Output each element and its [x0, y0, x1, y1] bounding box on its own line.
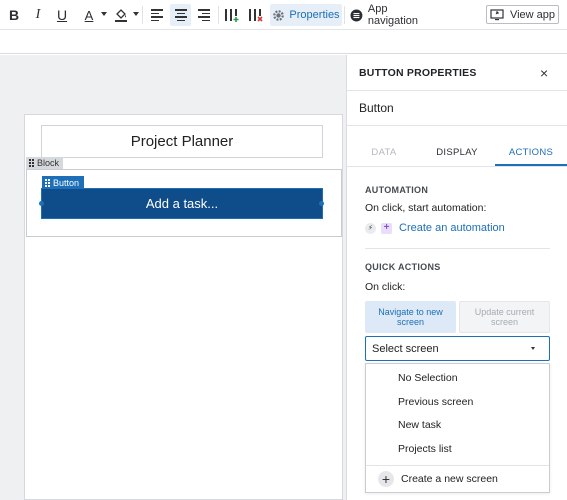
- screen-preview[interactable]: Project Planner Block Button Add a task.…: [24, 114, 343, 500]
- add-columns-icon: [225, 9, 239, 22]
- align-center-icon: [174, 9, 187, 21]
- design-canvas[interactable]: Project Planner Block Button Add a task.…: [0, 55, 346, 500]
- component-name-input[interactable]: Button: [359, 101, 394, 115]
- add-column-button[interactable]: [222, 4, 242, 26]
- toolbar: B I U A Properties App navigation View a…: [0, 0, 567, 30]
- italic-button[interactable]: I: [28, 4, 48, 26]
- align-right-button[interactable]: [194, 4, 214, 26]
- divider: [347, 90, 567, 91]
- toolbar-divider: [218, 6, 219, 24]
- create-new-screen-option[interactable]: + Create a new screen: [378, 471, 498, 487]
- automation-description: On click, start automation:: [365, 202, 487, 214]
- dropdown-option-projects-list[interactable]: Projects list: [398, 443, 452, 455]
- resize-handle-left[interactable]: [39, 201, 44, 206]
- text-color-caret-icon[interactable]: [101, 12, 107, 16]
- create-new-screen-label: Create a new screen: [401, 473, 498, 485]
- drag-handle-icon[interactable]: [45, 178, 50, 187]
- fill-color-caret-icon[interactable]: [133, 12, 139, 16]
- secondary-toolbar: [0, 30, 567, 54]
- dropdown-option-new-task[interactable]: New task: [398, 419, 441, 431]
- resize-handle-right[interactable]: [319, 201, 324, 206]
- create-automation-label[interactable]: Create an automation: [399, 222, 505, 234]
- bold-button[interactable]: B: [4, 4, 24, 26]
- block-tag-label: Block: [37, 158, 60, 168]
- divider: [365, 248, 550, 249]
- menu-circle-icon: [350, 9, 363, 21]
- paint-bucket-icon: [115, 9, 127, 22]
- properties-label: Properties: [289, 9, 340, 21]
- align-right-icon: [198, 9, 210, 21]
- screen-select[interactable]: Select screen: [365, 336, 550, 361]
- text-color-icon: A: [84, 7, 94, 23]
- create-automation-link[interactable]: ⚡ + Create an automation: [365, 222, 505, 234]
- close-icon[interactable]: ×: [540, 65, 548, 81]
- automation-section-title: AUTOMATION: [365, 185, 429, 195]
- plus-circle-icon: +: [378, 471, 394, 487]
- remove-column-button[interactable]: [246, 4, 266, 26]
- drag-handle-icon[interactable]: [29, 159, 34, 167]
- tab-data[interactable]: DATA: [350, 147, 418, 158]
- text-color-button[interactable]: A: [80, 4, 98, 26]
- monitor-icon: [490, 8, 504, 20]
- divider: [347, 125, 567, 126]
- screen-title[interactable]: Project Planner: [41, 125, 323, 158]
- chevron-down-icon: [531, 347, 535, 350]
- fill-color-button[interactable]: [111, 4, 131, 26]
- app-navigation-label: App navigation: [367, 3, 419, 27]
- underline-button[interactable]: U: [52, 4, 72, 26]
- screen-select-value: Select screen: [372, 342, 439, 355]
- align-center-button[interactable]: [170, 4, 191, 26]
- dropdown-option-no-selection[interactable]: No Selection: [398, 372, 458, 384]
- divider: [347, 166, 567, 167]
- align-left-button[interactable]: [147, 4, 167, 26]
- lightning-icon: ⚡: [365, 222, 376, 234]
- remove-columns-icon: [249, 9, 263, 22]
- update-current-screen-button[interactable]: Update current screen: [459, 301, 550, 333]
- dropdown-option-previous-screen[interactable]: Previous screen: [398, 396, 473, 408]
- properties-panel: BUTTON PROPERTIES × Button DATA DISPLAY …: [346, 55, 567, 500]
- add-task-button[interactable]: Add a task...: [41, 188, 323, 219]
- toolbar-divider: [142, 6, 143, 24]
- screen-dropdown-menu: No Selection Previous screen New task Pr…: [365, 363, 550, 493]
- panel-title: BUTTON PROPERTIES: [359, 67, 477, 79]
- properties-button[interactable]: Properties: [270, 4, 342, 26]
- view-app-label: View app: [509, 8, 556, 21]
- navigate-new-screen-button[interactable]: Navigate to new screen: [365, 301, 456, 333]
- align-left-icon: [151, 9, 163, 21]
- toolbar-divider: [344, 6, 345, 24]
- block-tag[interactable]: Block: [26, 157, 64, 169]
- plus-icon: +: [381, 222, 392, 234]
- button-tag-label: Button: [53, 177, 80, 188]
- view-app-button[interactable]: View app: [486, 5, 559, 24]
- tab-display[interactable]: DISPLAY: [423, 147, 491, 158]
- dropdown-divider: [366, 465, 549, 466]
- gear-icon: [273, 9, 285, 21]
- app-navigation-button[interactable]: App navigation: [350, 3, 440, 27]
- tab-actions[interactable]: ACTIONS: [497, 147, 565, 158]
- button-tag[interactable]: Button: [42, 176, 85, 189]
- on-click-label: On click:: [365, 281, 406, 293]
- quick-actions-section-title: QUICK ACTIONS: [365, 262, 441, 272]
